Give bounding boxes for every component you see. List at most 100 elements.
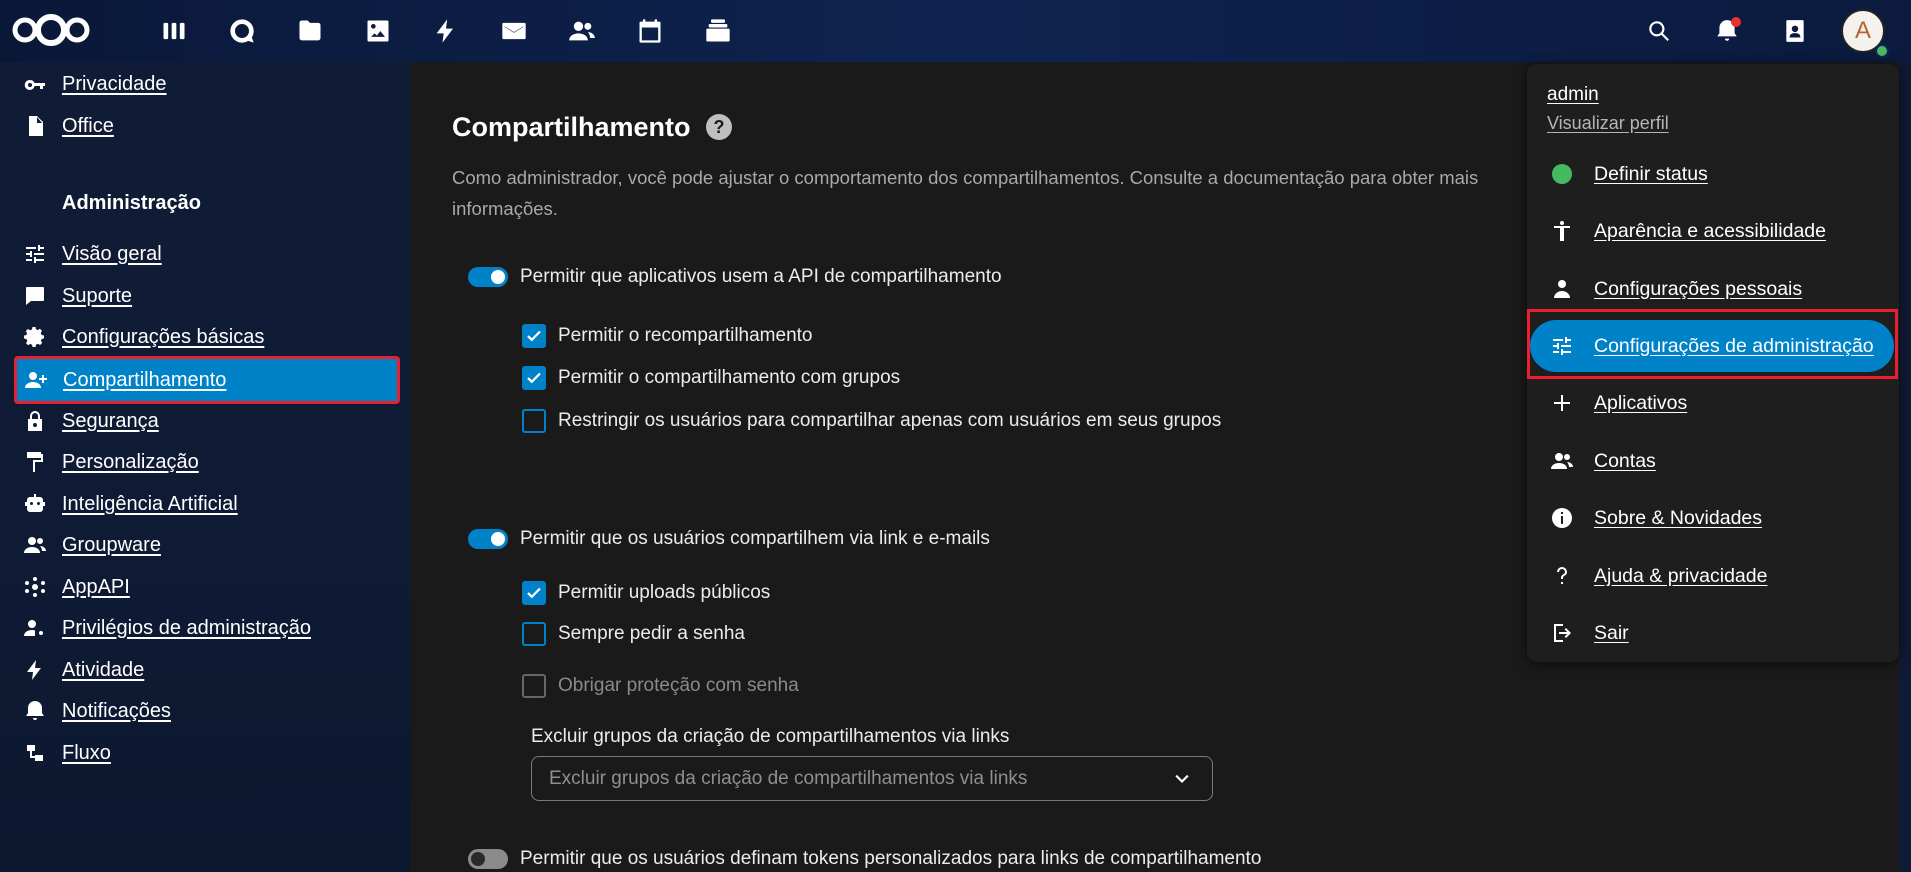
user-avatar-button[interactable]: A (1829, 0, 1897, 62)
activity-icon[interactable] (412, 0, 480, 62)
nextcloud-logo[interactable] (10, 12, 92, 48)
menu-item-sobre-novidades[interactable]: Sobre & Novidades (1530, 492, 1894, 544)
sidebar-item-seguranca[interactable]: Segurança (16, 399, 398, 443)
status-online-icon (1548, 160, 1576, 188)
tune-icon (1548, 332, 1576, 360)
bell-icon (20, 696, 50, 726)
app-navigation (140, 0, 752, 62)
toggle-label: Permitir que aplicativos usem a API de c… (520, 266, 1002, 287)
contacts-icon[interactable] (548, 0, 616, 62)
mail-icon[interactable] (480, 0, 548, 62)
paint-roller-icon (20, 447, 50, 477)
exclude-groups-select[interactable]: Excluir grupos da criação de compartilha… (531, 756, 1213, 801)
menu-item-definir-status[interactable]: Definir status (1530, 148, 1894, 200)
exclude-groups-label: Excluir grupos da criação de compartilha… (531, 726, 1010, 747)
select-placeholder: Excluir grupos da criação de compartilha… (549, 767, 1028, 789)
sidebar-item-label: Fluxo (62, 741, 111, 764)
always-ask-password-checkbox[interactable]: Sempre pedir a senha (522, 622, 745, 646)
toggle-row-api: Permitir que aplicativos usem a API de c… (468, 266, 1002, 288)
toggle-label: Permitir que os usuários compartilhem vi… (520, 528, 990, 549)
sidebar-item-privacidade[interactable]: Privacidade (16, 62, 398, 106)
sidebar-item-label: Inteligência Artificial (62, 492, 238, 515)
page-title: Compartilhamento (452, 112, 691, 142)
checkbox-label: Sempre pedir a senha (558, 623, 745, 644)
checkbox-label: Permitir o recompartilhamento (558, 325, 813, 346)
public-uploads-checkbox[interactable]: Permitir uploads públicos (522, 581, 770, 605)
files-icon[interactable] (276, 0, 344, 62)
sidebar-item-label: Configurações básicas (62, 325, 265, 348)
sidebar-item-personalizacao[interactable]: Personalização (16, 440, 398, 484)
group-icon (20, 530, 50, 560)
lock-icon (20, 406, 50, 436)
flow-icon (20, 738, 50, 768)
chat-icon (20, 281, 50, 311)
sidebar-item-visao-geral[interactable]: Visão geral (16, 232, 398, 276)
notifications-bell-icon[interactable] (1693, 0, 1761, 62)
menu-item-configuracoes-de-administracao[interactable]: Configurações de administração (1530, 320, 1894, 372)
photos-icon[interactable] (344, 0, 412, 62)
resharing-checkbox[interactable]: Permitir o recompartilhamento (522, 324, 812, 348)
search-icon[interactable] (1625, 0, 1693, 62)
sidebar-item-label: Compartilhamento (63, 368, 227, 391)
key-icon (20, 69, 50, 99)
menu-item-sair[interactable]: Sair (1530, 607, 1894, 659)
tune-icon (20, 239, 50, 269)
sidebar-item-configuracoes-basicas[interactable]: Configurações básicas (16, 315, 398, 359)
menu-item-label: Contas (1594, 449, 1656, 472)
calendar-icon[interactable] (616, 0, 684, 62)
checkbox-checked (522, 324, 546, 348)
api-sharing-toggle[interactable] (468, 267, 508, 287)
user-menu: admin Visualizar perfil Definir status A… (1527, 64, 1899, 662)
sidebar-item-fluxo[interactable]: Fluxo (16, 731, 398, 775)
checkbox-label: Permitir uploads públicos (558, 582, 771, 603)
sidebar-item-privilegios-de-administracao[interactable]: Privilégios de administração (16, 606, 398, 650)
group-sharing-checkbox[interactable]: Permitir o compartilhamento com grupos (522, 366, 900, 390)
sidebar-item-label: Privacidade (62, 72, 167, 95)
menu-item-contas[interactable]: Contas (1530, 435, 1894, 487)
share-user-icon (21, 365, 51, 395)
menu-item-aparencia[interactable]: Aparência e acessibilidade (1530, 205, 1894, 257)
help-icon[interactable]: ? (706, 114, 732, 140)
sidebar-item-atividade[interactable]: Atividade (16, 648, 398, 692)
sidebar-item-compartilhamento[interactable]: Compartilhamento (14, 356, 400, 404)
link-sharing-toggle[interactable] (468, 529, 508, 549)
menu-item-aplicativos[interactable]: Aplicativos (1530, 377, 1894, 429)
sidebar-item-appapi[interactable]: AppAPI (16, 565, 398, 609)
chevron-down-icon (1172, 769, 1192, 789)
document-icon (20, 111, 50, 141)
menu-item-label: Sobre & Novidades (1594, 506, 1763, 529)
sidebar-item-notificacoes[interactable]: Notificações (16, 689, 398, 733)
sidebar-item-label: Suporte (62, 284, 133, 307)
sidebar-item-label: Segurança (62, 409, 159, 432)
menu-username[interactable]: admin (1547, 84, 1599, 106)
menu-item-label: Sair (1594, 621, 1629, 644)
question-icon (1548, 562, 1576, 590)
robot-icon (20, 489, 50, 519)
menu-item-ajuda-privacidade[interactable]: Ajuda & privacidade (1530, 550, 1894, 602)
toggle-row-link: Permitir que os usuários compartilhem vi… (468, 528, 990, 550)
sidebar-item-label: Visão geral (62, 242, 162, 265)
notification-dot (1731, 17, 1741, 27)
checkbox-unchecked (522, 409, 546, 433)
accessibility-icon (1548, 217, 1576, 245)
toggle-label: Permitir que os usuários definam tokens … (520, 848, 1262, 869)
menu-item-configuracoes-pessoais[interactable]: Configurações pessoais (1530, 263, 1894, 315)
view-profile-link[interactable]: Visualizar perfil (1547, 113, 1669, 134)
restrict-groups-checkbox[interactable]: Restringir os usuários para compartilhar… (522, 409, 1221, 433)
sidebar-item-inteligencia-artificial[interactable]: Inteligência Artificial (16, 482, 398, 526)
custom-tokens-toggle[interactable] (468, 849, 508, 869)
admin-sidebar: Privacidade Office Administração Visão g… (0, 62, 410, 872)
talk-icon[interactable] (208, 0, 276, 62)
deck-icon[interactable] (684, 0, 752, 62)
lightning-icon (20, 655, 50, 685)
sidebar-item-label: Groupware (62, 533, 161, 556)
sidebar-item-suporte[interactable]: Suporte (16, 274, 398, 318)
checkbox-label: Obrigar proteção com senha (558, 675, 799, 696)
menu-item-label: Configurações de administração (1594, 334, 1874, 357)
dashboard-icon[interactable] (140, 0, 208, 62)
contacts-menu-icon[interactable] (1761, 0, 1829, 62)
sidebar-item-label: Atividade (62, 658, 145, 681)
sidebar-item-groupware[interactable]: Groupware (16, 523, 398, 567)
sidebar-item-office[interactable]: Office (16, 104, 398, 148)
page-description: Como administrador, você pode ajustar o … (452, 167, 1479, 219)
